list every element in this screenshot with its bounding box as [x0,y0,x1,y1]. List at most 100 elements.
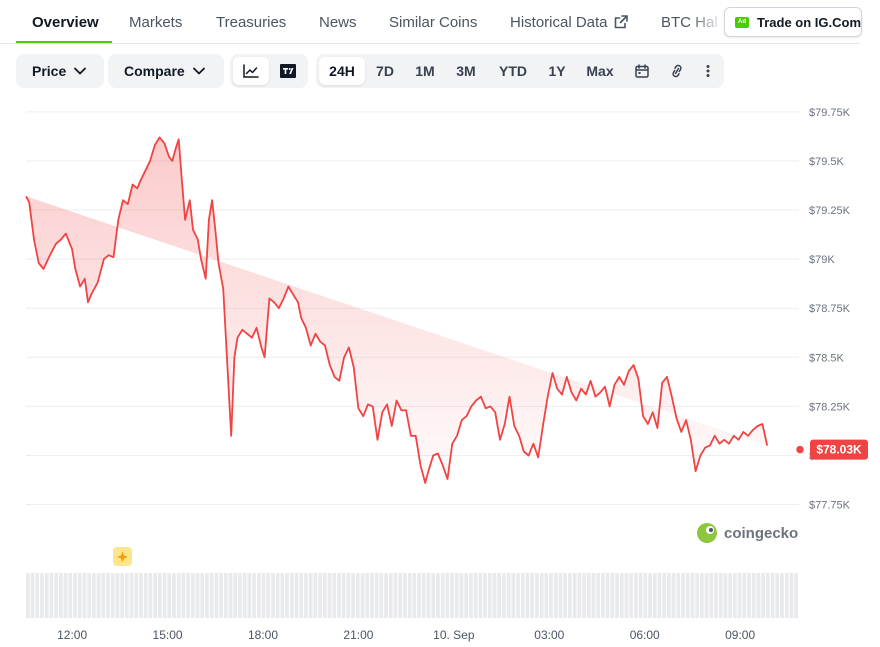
volume-bar [384,573,388,618]
volume-bar [506,573,511,618]
tab-markets[interactable]: Markets [129,14,182,31]
range-1y-button[interactable]: 1Y [541,57,573,85]
volume-bar [648,573,652,618]
volume-bar [308,573,313,618]
tab-overview[interactable]: Overview [32,14,99,31]
volume-bar [355,573,360,618]
y-tick-label: $79.75K [809,107,851,119]
volume-bar [374,573,379,618]
price-chart[interactable]: $79.75K $79.5K $79.25K $79K $78.75K $78.5K $78… [0,96,880,647]
tab-news[interactable]: News [319,14,357,31]
range-1m-button[interactable]: 1M [408,57,442,85]
x-tick-label: 06:00 [630,628,660,642]
volume-bar [634,573,638,618]
volume-bar [120,573,124,618]
volume-bar [747,573,751,618]
range-7d-button[interactable]: 7D [369,57,401,85]
volume-bar [535,573,539,618]
volume-bar [346,573,351,618]
calendar-icon [635,64,649,78]
volume-bar [591,573,596,618]
volume-bar [35,573,40,618]
volume-bar [662,573,666,618]
volume-bar [497,573,501,618]
volume-bar [388,573,393,618]
volume-bar [492,573,497,618]
volume-bar [393,573,398,618]
coingecko-logo [697,523,717,543]
volume-bar [247,573,252,618]
volume-bar [756,573,761,618]
volume-bar [582,573,586,618]
volume-bar [615,573,619,618]
calendar-button[interactable] [628,57,656,85]
more-options-button[interactable] [696,57,720,85]
volume-bar [511,573,516,618]
volume-bar [629,573,633,618]
volume-bar [685,573,690,618]
volume-bar [87,573,91,618]
link-icon [672,64,682,78]
volume-bar [478,573,483,618]
volume-bar [445,573,450,618]
range-3m-button[interactable]: 3M [449,57,483,85]
volume-bar [464,573,468,618]
volume-bar [742,573,747,618]
volume-bar [101,573,106,618]
price-line [25,136,769,484]
tab-bar: Overview Markets Treasuries News Similar… [0,0,880,44]
volume-bar [172,573,176,618]
tradingview-icon [280,64,296,78]
volume-bar [257,573,261,618]
volume-bar [638,573,643,618]
volume-bar [63,573,68,618]
share-link-button[interactable] [663,57,691,85]
volume-bar [770,573,775,618]
volume-bar [794,573,798,618]
volume-bar [775,573,780,618]
trade-on-ig-button[interactable]: Ad Trade on IG.Com [724,7,862,37]
range-ytd-button[interactable]: YTD [492,57,534,85]
coingecko-watermark: coingecko [697,523,798,543]
volume-bar [304,573,308,618]
x-tick-label: 09:00 [725,628,755,642]
price-dropdown[interactable]: Price [16,54,104,88]
volume-bar [195,573,200,618]
volume-bar [714,573,718,618]
tab-similar-coins[interactable]: Similar Coins [389,14,477,31]
volume-bar [233,573,238,618]
volume-bar [671,573,676,618]
range-24h-button[interactable]: 24H [319,57,365,85]
volume-bar [695,573,699,618]
volume-bar [469,573,473,618]
volume-bar [228,573,233,618]
volume-bar [73,573,77,618]
tab-historical-data[interactable]: Historical Data [510,14,628,31]
volume-bar [370,573,374,618]
volume-bar [568,573,572,618]
volume-bar [426,573,431,618]
volume-bar [158,573,162,618]
tab-divider [0,43,860,44]
volume-bar [30,573,35,618]
event-marker[interactable] [113,547,132,566]
volume-bar [82,573,87,618]
volume-bar [299,573,304,618]
volume-bar [459,573,464,618]
tab-treasuries[interactable]: Treasuries [216,14,286,31]
x-tick-label: 21:00 [343,628,373,642]
volume-bar [436,573,440,618]
volume-bar [59,573,63,618]
volume-bar [718,573,723,618]
compare-dropdown-label: Compare [124,63,185,79]
tradingview-button[interactable] [270,57,306,85]
volume-bar [440,573,445,618]
volume-bar [96,573,101,618]
range-max-button[interactable]: Max [581,57,619,85]
line-chart-button[interactable] [233,57,269,85]
compare-dropdown[interactable]: Compare [108,54,224,88]
volume-bar [525,573,530,618]
volume-bar [242,573,247,618]
volume-bar [398,573,403,618]
volume-bar [365,573,370,618]
